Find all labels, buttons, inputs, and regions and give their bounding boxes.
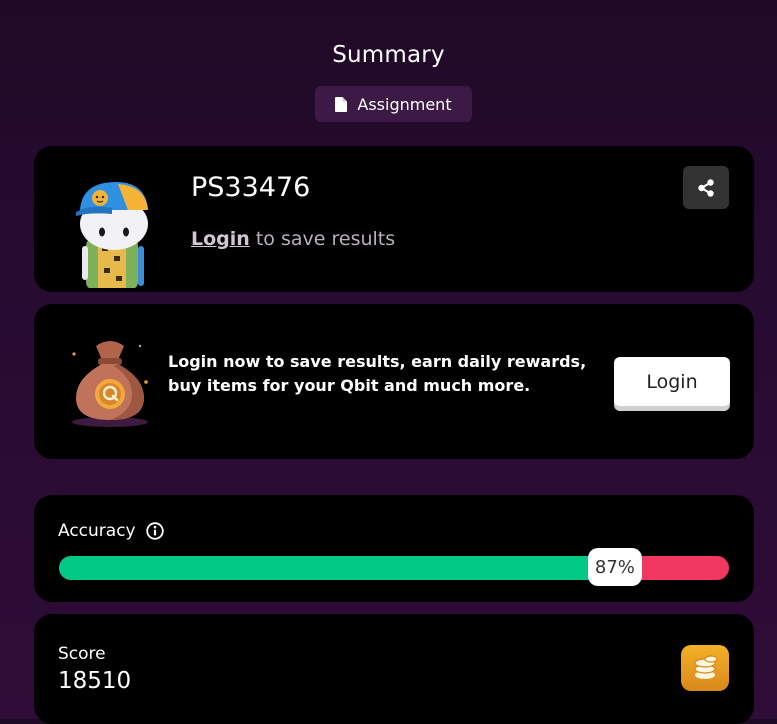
login-prompt: Login to save results <box>191 228 395 250</box>
accuracy-label: Accuracy <box>58 521 136 541</box>
promo-message-line1: Login now to save results, earn daily re… <box>168 352 587 371</box>
login-prompt-suffix: to save results <box>249 228 396 250</box>
money-bag-icon <box>72 341 148 427</box>
assignment-badge-label: Assignment <box>357 94 452 114</box>
promo-message: Login now to save results, earn daily re… <box>168 350 588 398</box>
login-link[interactable]: Login <box>191 228 250 250</box>
score-card: Score 18510 <box>34 614 754 724</box>
promo-message-line2: buy items for your Qbit and much more. <box>168 376 531 395</box>
share-icon <box>698 178 714 197</box>
score-value: 18510 <box>58 668 132 694</box>
score-label: Score <box>58 644 106 664</box>
login-button[interactable]: Login <box>614 357 730 406</box>
accuracy-progress-bar: 87% <box>59 548 729 586</box>
accuracy-header: Accuracy <box>58 521 164 541</box>
page-title: Summary <box>332 42 445 68</box>
accuracy-percent-label: 87% <box>587 548 642 586</box>
username: PS33476 <box>191 172 311 203</box>
coins-icon <box>681 645 729 691</box>
avatar <box>76 182 148 288</box>
info-icon[interactable] <box>145 522 164 540</box>
quiz-summary-page: Summary Assignment PS33476 Login to save… <box>0 0 777 724</box>
share-button[interactable] <box>683 166 729 209</box>
assignment-badge: Assignment <box>315 86 472 122</box>
accuracy-progress-fill <box>59 556 642 580</box>
profile-card: PS33476 Login to save results <box>34 146 754 292</box>
accuracy-card: Accuracy 87% <box>34 495 754 602</box>
login-promo-card: Login now to save results, earn daily re… <box>34 304 754 459</box>
document-icon <box>335 96 348 112</box>
